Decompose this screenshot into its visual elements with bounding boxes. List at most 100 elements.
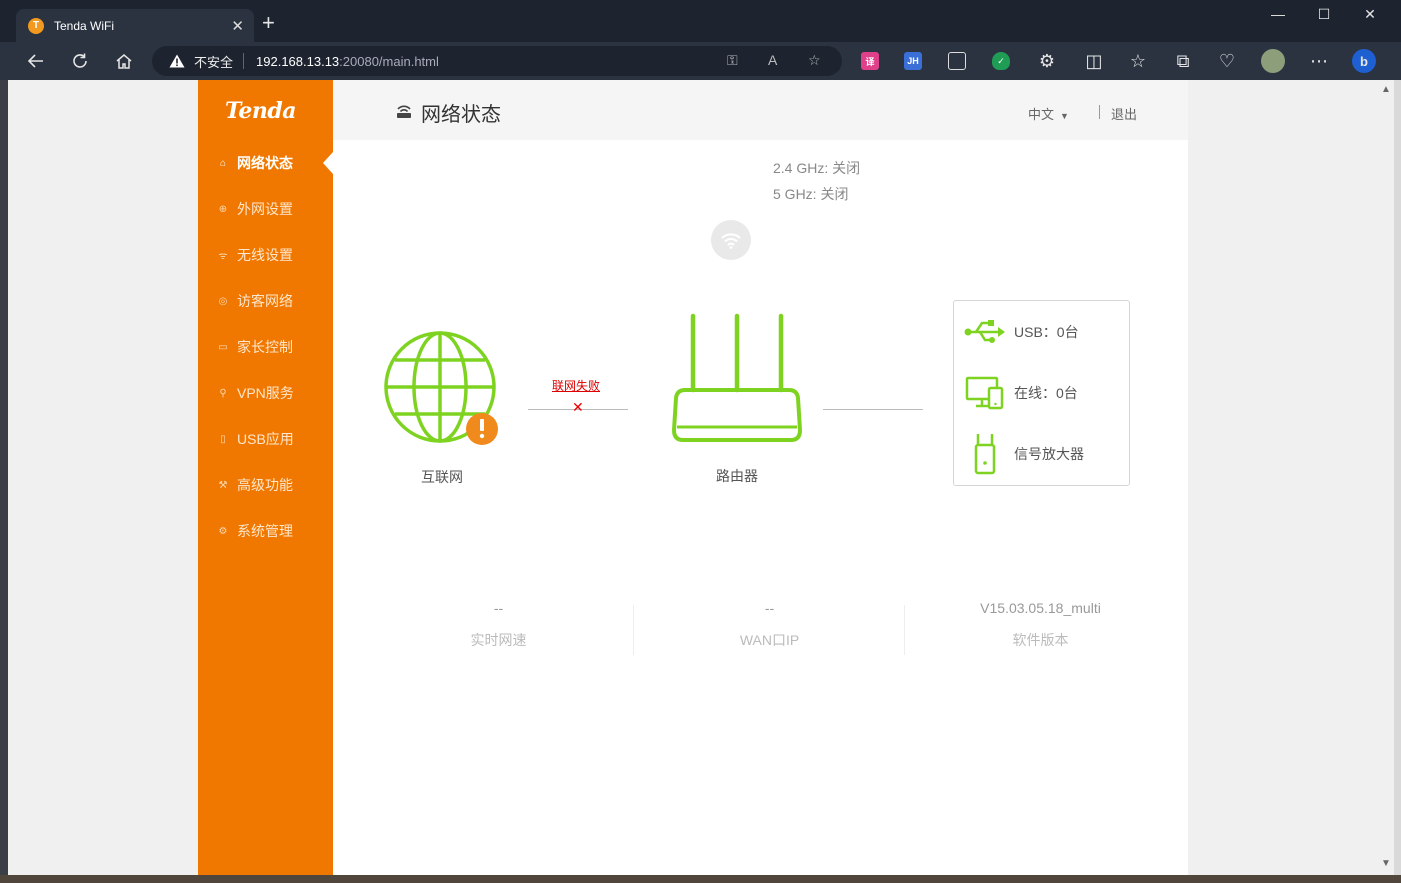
tab-close-icon[interactable]: ✕ [231, 17, 244, 35]
firmware-version-value: V15.03.05.18_multi [980, 600, 1101, 616]
parental-icon: ▭ [218, 341, 228, 353]
online-devices-row[interactable]: 在线：0台 [964, 373, 1124, 413]
sidebar-item-vpn[interactable]: ⚲ VPN服务 [216, 383, 294, 403]
desktop-bottom-strip [0, 875, 1401, 883]
scroll-down-icon[interactable]: ▼ [1381, 858, 1391, 869]
back-icon[interactable] [24, 49, 48, 73]
minimize-button[interactable]: — [1255, 6, 1301, 22]
url-path: :20080/main.html [339, 53, 439, 69]
page-scrollbar[interactable]: ▲ ▼ [1378, 80, 1394, 875]
failure-x-icon: ✕ [572, 399, 584, 415]
sidebar-item-wan-settings[interactable]: ⊕ 外网设置 [216, 199, 293, 219]
connected-devices-panel: USB：0台 在线：0台 信号放大器 [953, 300, 1130, 486]
extender-row[interactable]: 信号放大器 [964, 434, 1124, 475]
globe-icon: ⊕ [218, 203, 228, 215]
internet-label: 互联网 [421, 469, 463, 485]
realtime-speed-label: 实时网速 [470, 632, 527, 648]
page-header: 网络状态 中文 ▼ 退出 [333, 80, 1188, 140]
page-viewport: Tenda ⌂ 网络状态 ⊕ 外网设置 ᯤ 无线设置 ◎ 访客网络 ▭ 家长控制… [8, 80, 1378, 875]
firmware-version-label: 软件版本 [1012, 632, 1069, 648]
router-device-icon[interactable] [671, 312, 803, 444]
router-devices-link [823, 409, 923, 410]
main-content: 网络状态 中文 ▼ 退出 2.4 GHz: 关闭 5 GHz: 关闭 互联网 联… [333, 80, 1188, 875]
wifi-icon: ᯤ [218, 251, 228, 262]
warning-icon[interactable] [168, 53, 186, 69]
collections-icon[interactable]: ⧉ [1171, 49, 1195, 73]
sidebar-item-usb[interactable]: ▯ USB应用 [216, 429, 294, 449]
new-tab-button[interactable]: + [262, 12, 275, 34]
tenda-favicon-icon: T [28, 17, 44, 34]
favorite-star-icon[interactable]: ☆ [808, 52, 821, 69]
sidebar-item-wireless-settings[interactable]: ᯤ 无线设置 [216, 245, 293, 265]
devices-icon [964, 373, 1006, 413]
split-screen-icon[interactable]: ◫ [1082, 49, 1106, 73]
shield-extension-icon[interactable]: ✓ [992, 52, 1010, 70]
address-divider [243, 53, 245, 69]
language-select[interactable]: 中文 ▼ [1028, 104, 1069, 123]
wifi-24ghz-status: 2.4 GHz: 关闭 [773, 160, 861, 176]
bing-copilot-icon[interactable]: b [1352, 49, 1376, 73]
vpn-icon: ⚲ [219, 387, 227, 399]
desktop-left-strip [0, 80, 8, 883]
sidebar-item-label: 无线设置 [237, 247, 293, 263]
sidebar-item-advanced[interactable]: ⚒ 高级功能 [216, 475, 293, 495]
close-window-button[interactable]: ✕ [1347, 6, 1393, 23]
wan-ip-stat: -- WAN口IP [634, 600, 905, 650]
more-menu-icon[interactable]: ⋯ [1307, 49, 1331, 73]
sidebar-item-parental-control[interactable]: ▭ 家长控制 [216, 337, 293, 357]
favorites-icon[interactable]: ☆ [1126, 49, 1150, 73]
address-bar[interactable]: 不安全 192.168.13.13:20080/main.html ⚿ A ☆ [152, 46, 842, 76]
desktop-right-strip [1394, 80, 1401, 883]
router-label: 路由器 [716, 468, 758, 484]
wifi-status-icon[interactable] [711, 220, 751, 260]
guest-icon: ◎ [218, 295, 228, 307]
sidebar-item-label: VPN服务 [237, 385, 294, 401]
tab-title: Tenda WiFi [54, 18, 115, 33]
logout-link[interactable]: 退出 [1111, 104, 1137, 123]
page-title: 网络状态 [395, 98, 501, 127]
router-icon [395, 103, 413, 122]
realtime-speed-value: -- [493, 600, 504, 616]
browser-toolbar: 不安全 192.168.13.13:20080/main.html ⚿ A ☆ … [0, 42, 1401, 80]
tenda-logo: Tenda [225, 98, 296, 124]
realtime-speed-stat: -- 实时网速 [363, 600, 634, 650]
browser-tabstrip: T Tenda WiFi ✕ + — ☐ ✕ [0, 0, 1401, 42]
sidebar-item-label: 家长控制 [237, 339, 293, 355]
wan-ip-value: -- [764, 600, 775, 616]
sidebar-item-network-status[interactable]: ⌂ 网络状态 [216, 153, 293, 173]
connection-failed-link[interactable]: 联网失败 [552, 377, 600, 394]
home-icon[interactable] [112, 49, 136, 73]
sidebar-item-label: 访客网络 [237, 293, 293, 309]
scroll-up-icon[interactable]: ▲ [1381, 84, 1391, 95]
maximize-button[interactable]: ☐ [1301, 6, 1347, 23]
sidebar-item-system[interactable]: ⚙ 系统管理 [216, 521, 293, 541]
translate-extension-icon[interactable]: 译 [861, 52, 879, 70]
usb-icon: ▯ [220, 433, 226, 445]
reader-extension-icon[interactable] [948, 52, 966, 70]
sidebar-item-label: 系统管理 [237, 523, 293, 539]
internet-globe-icon[interactable] [383, 330, 501, 448]
online-count: 在线：0台 [1014, 385, 1078, 401]
usb-device-row[interactable]: USB：0台 [964, 312, 1124, 352]
read-aloud-icon[interactable]: A [768, 52, 777, 68]
language-value: 中文 [1028, 107, 1055, 122]
jh-extension-icon[interactable]: JH [904, 52, 922, 70]
reload-icon[interactable] [68, 49, 92, 73]
extender-label: 信号放大器 [1014, 446, 1084, 462]
sidebar-item-label: 外网设置 [237, 201, 293, 217]
page-title-text: 网络状态 [421, 104, 501, 126]
header-divider [1099, 105, 1100, 119]
settings-icon: ⚙ [218, 525, 228, 537]
browser-tab[interactable]: T Tenda WiFi ✕ [16, 9, 254, 42]
sidebar-item-label: USB应用 [237, 431, 294, 447]
sidebar-item-label: 网络状态 [237, 155, 293, 171]
sidebar: Tenda ⌂ 网络状态 ⊕ 外网设置 ᯤ 无线设置 ◎ 访客网络 ▭ 家长控制… [198, 80, 333, 875]
performance-icon[interactable]: ♡ [1215, 49, 1239, 73]
key-icon[interactable]: ⚿ [727, 52, 738, 69]
router-icon: ⌂ [219, 157, 227, 169]
insecure-label[interactable]: 不安全 [194, 52, 233, 71]
profile-avatar[interactable] [1261, 49, 1285, 73]
url-host: 192.168.13.13 [256, 53, 340, 69]
extensions-icon[interactable]: ⚙ [1035, 49, 1059, 73]
sidebar-item-guest-network[interactable]: ◎ 访客网络 [216, 291, 293, 311]
